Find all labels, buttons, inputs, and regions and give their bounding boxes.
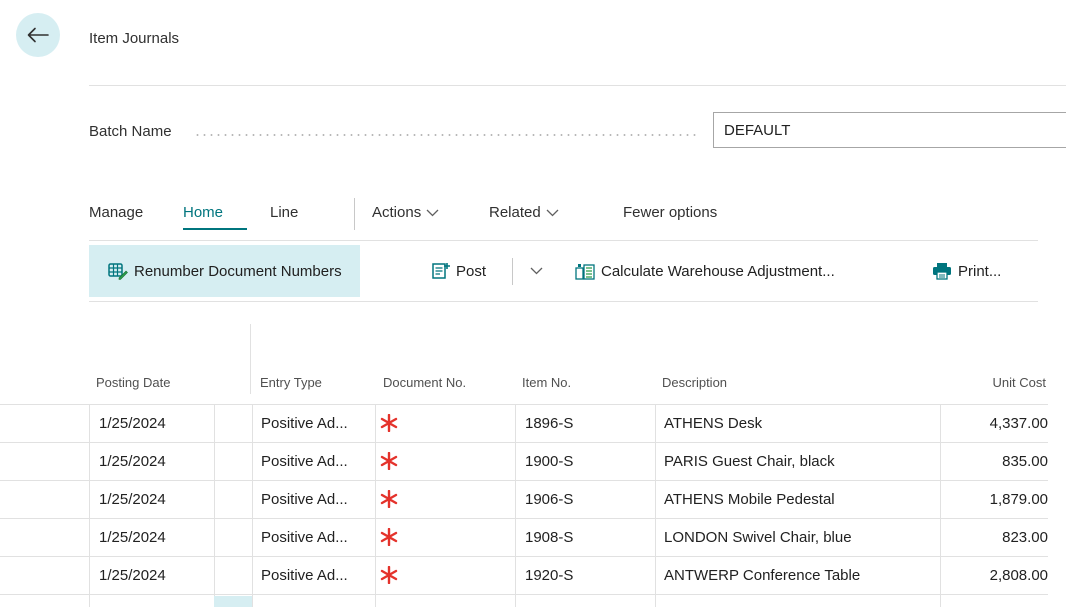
menu-separator xyxy=(354,198,355,230)
cell-entry-type[interactable]: Positive Ad... xyxy=(261,491,348,508)
printer-icon xyxy=(932,262,952,280)
cell-posting-date[interactable]: 1/25/2024 xyxy=(99,415,166,432)
cell-unit-cost[interactable]: 1,879.00 xyxy=(990,491,1048,508)
column-divider xyxy=(940,404,941,607)
back-button[interactable] xyxy=(16,13,60,57)
column-divider xyxy=(252,404,253,607)
cell-description[interactable]: PARIS Guest Chair, black xyxy=(664,453,835,470)
print-label: Print... xyxy=(958,262,1002,280)
cell-entry-type[interactable]: Positive Ad... xyxy=(261,529,348,546)
cell-description[interactable]: ATHENS Desk xyxy=(664,415,762,432)
back-arrow-icon xyxy=(27,27,49,43)
calculate-warehouse-adjustment-button[interactable]: Calculate Warehouse Adjustment... xyxy=(575,245,835,297)
column-header-entry-type[interactable]: Entry Type xyxy=(260,375,322,390)
column-divider xyxy=(375,404,376,607)
required-asterisk-icon xyxy=(380,414,398,432)
required-asterisk-icon xyxy=(380,452,398,470)
action-bar: Renumber Document Numbers Post Calculate… xyxy=(89,245,1039,297)
cell-posting-date[interactable]: 1/25/2024 xyxy=(99,491,166,508)
grid-frozen-column-line xyxy=(250,324,251,394)
menu-actions[interactable]: Actions xyxy=(372,204,439,221)
column-divider xyxy=(655,404,656,607)
column-header-unit-cost[interactable]: Unit Cost xyxy=(993,375,1046,390)
cell-entry-type[interactable]: Positive Ad... xyxy=(261,415,348,432)
menu-fewer-options[interactable]: Fewer options xyxy=(623,204,717,221)
menu-related-label: Related xyxy=(489,204,541,221)
cell-item-no[interactable]: 1906-S xyxy=(525,491,573,508)
post-icon xyxy=(432,262,450,280)
menu-related[interactable]: Related xyxy=(489,204,559,221)
row-divider xyxy=(0,480,1048,481)
column-header-description[interactable]: Description xyxy=(662,375,727,390)
row-selector[interactable] xyxy=(214,596,252,607)
chevron-down-icon xyxy=(426,209,439,217)
column-header-posting-date[interactable]: Posting Date xyxy=(96,375,170,390)
post-split-separator xyxy=(512,258,513,285)
chevron-down-icon xyxy=(546,209,559,217)
required-asterisk-icon xyxy=(380,528,398,546)
post-label: Post xyxy=(456,262,487,280)
required-asterisk-icon xyxy=(380,566,398,584)
menu-actions-label: Actions xyxy=(372,204,422,221)
cell-unit-cost[interactable]: 2,808.00 xyxy=(990,567,1048,584)
cell-unit-cost[interactable]: 835.00 xyxy=(1002,453,1048,470)
renumber-document-numbers-button[interactable]: Renumber Document Numbers xyxy=(89,245,360,297)
cell-posting-date[interactable]: 1/25/2024 xyxy=(99,567,166,584)
row-divider xyxy=(0,518,1048,519)
menu-manage[interactable]: Manage xyxy=(89,204,143,221)
cell-posting-date[interactable]: 1/25/2024 xyxy=(99,453,166,470)
action-divider xyxy=(89,301,1038,302)
post-dropdown-button[interactable] xyxy=(523,245,549,297)
cell-unit-cost[interactable]: 4,337.00 xyxy=(990,415,1048,432)
cell-description[interactable]: ANTWERP Conference Table xyxy=(664,567,860,584)
column-divider xyxy=(89,404,90,607)
row-divider xyxy=(0,556,1048,557)
cell-entry-type[interactable]: Positive Ad... xyxy=(261,453,348,470)
cell-item-no[interactable]: 1896-S xyxy=(525,415,573,432)
required-asterisk-icon xyxy=(380,490,398,508)
cell-unit-cost[interactable]: 823.00 xyxy=(1002,529,1048,546)
cell-item-no[interactable]: 1920-S xyxy=(525,567,573,584)
column-divider xyxy=(515,404,516,607)
menu-home[interactable]: Home xyxy=(183,204,223,221)
batch-name-input[interactable] xyxy=(713,112,1066,148)
row-divider xyxy=(0,404,1048,405)
renumber-label: Renumber Document Numbers xyxy=(134,262,342,280)
column-divider xyxy=(214,404,215,607)
print-button[interactable]: Print... xyxy=(932,245,1001,297)
calculate-label: Calculate Warehouse Adjustment... xyxy=(601,262,835,280)
cell-description[interactable]: LONDON Swivel Chair, blue xyxy=(664,529,852,546)
batch-name-leader-dots xyxy=(194,134,699,136)
column-header-document-no[interactable]: Document No. xyxy=(383,375,466,390)
row-divider xyxy=(0,442,1048,443)
menu-divider xyxy=(89,240,1038,241)
calculate-icon xyxy=(575,262,595,280)
menu-line[interactable]: Line xyxy=(270,204,298,221)
chevron-down-icon xyxy=(530,267,542,275)
column-header-item-no[interactable]: Item No. xyxy=(522,375,571,390)
cell-item-no[interactable]: 1908-S xyxy=(525,529,573,546)
menu-home-underline xyxy=(183,228,247,230)
cell-item-no[interactable]: 1900-S xyxy=(525,453,573,470)
renumber-icon xyxy=(108,262,128,280)
cell-description[interactable]: ATHENS Mobile Pedestal xyxy=(664,491,835,508)
row-divider xyxy=(0,594,1048,595)
page-title: Item Journals xyxy=(89,30,180,47)
cell-posting-date[interactable]: 1/25/2024 xyxy=(99,529,166,546)
batch-name-label: Batch Name xyxy=(89,123,172,140)
cell-entry-type[interactable]: Positive Ad... xyxy=(261,567,348,584)
post-button[interactable]: Post xyxy=(432,245,486,297)
header-divider xyxy=(89,85,1066,86)
